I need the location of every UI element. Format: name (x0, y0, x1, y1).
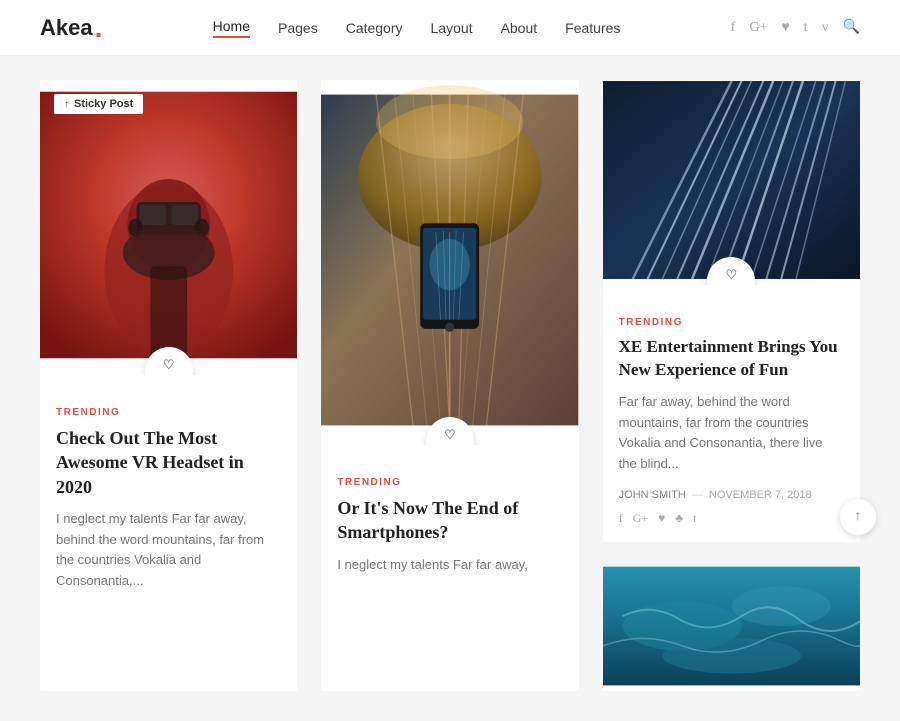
card-metal: ♡ 171 TRENDING XE Entertainment Brings Y… (603, 80, 860, 542)
card-image-wrap-vr: ↑ Sticky Post ♡ 261 (40, 80, 297, 375)
trending-label-metal: TRENDING (619, 317, 844, 328)
heart-icon-metal: ♡ (726, 267, 738, 283)
sticky-badge: ↑ Sticky Post (54, 94, 143, 114)
nav-features[interactable]: Features (565, 20, 620, 36)
card-image-wrap-metal: ♡ 171 (603, 80, 860, 285)
nav-pages[interactable]: Pages (278, 20, 318, 36)
card-title-metal[interactable]: XE Entertainment Brings You New Experien… (619, 336, 844, 382)
card-meta: JOHN SMITH — NOVEMBER 7, 2018 (619, 489, 844, 501)
post-date: NOVEMBER 7, 2018 (709, 489, 812, 501)
header-icons: f G+ ♥ t v 🔍 (731, 19, 860, 36)
pin-icon: ↑ (64, 99, 69, 110)
metal-image (603, 80, 860, 280)
search-icon[interactable]: 🔍 (843, 19, 860, 36)
logo[interactable]: Akea . (40, 14, 102, 42)
sticky-label: Sticky Post (74, 98, 133, 110)
facebook-icon[interactable]: f (731, 20, 736, 36)
main-nav: Home Pages Category Layout About Feature… (213, 18, 621, 38)
card-body-phone: TRENDING Or It's Now The End of Smartpho… (321, 445, 578, 605)
vr-image (40, 80, 297, 370)
logo-text: Akea (40, 15, 93, 41)
card-image-wrap-phone: ♡ 321 (321, 80, 578, 445)
card-excerpt-metal: Far far away, behind the word mountains,… (619, 392, 844, 475)
header: Akea . Home Pages Category Layout About … (0, 0, 900, 56)
twitter-icon[interactable]: t (804, 20, 808, 36)
nav-category[interactable]: Category (346, 20, 403, 36)
trending-label-vr: TRENDING (56, 407, 281, 418)
card-title-vr[interactable]: Check Out The Most Awesome VR Headset in… (56, 426, 281, 499)
author-name: JOHN SMITH (619, 489, 686, 501)
phone-image (321, 80, 578, 440)
heart-icon-vr: ♡ (163, 357, 175, 373)
main-content: ↑ Sticky Post ♡ 261 TRENDING Check Out T… (0, 56, 900, 721)
googleplus-icon[interactable]: G+ (749, 20, 767, 36)
card-ocean (603, 566, 860, 691)
card-body-metal: TRENDING XE Entertainment Brings You New… (603, 285, 860, 542)
ocean-image (603, 566, 860, 686)
card-phone: ♡ 321 TRENDING Or It's Now The End of Sm… (321, 80, 578, 691)
meta-dash: — (692, 489, 703, 501)
card-body-vr: TRENDING Check Out The Most Awesome VR H… (40, 375, 297, 622)
social-stumble[interactable]: ♣ (675, 511, 683, 526)
nav-about[interactable]: About (501, 20, 538, 36)
like-count-metal: 171 (723, 284, 740, 285)
card-col-right: ♡ 171 TRENDING XE Entertainment Brings Y… (603, 80, 860, 691)
social-twitter[interactable]: t (693, 511, 696, 526)
social-facebook[interactable]: f (619, 511, 623, 526)
trending-label-phone: TRENDING (337, 477, 562, 488)
card-excerpt-phone: I neglect my talents Far far away, (337, 555, 562, 576)
logo-dot: . (95, 14, 103, 42)
like-count-phone: 321 (442, 444, 459, 445)
social-google[interactable]: G+ (633, 511, 648, 526)
like-count-vr: 261 (160, 374, 177, 375)
nav-layout[interactable]: Layout (431, 20, 473, 36)
social-pinterest[interactable]: ♥ (658, 511, 665, 526)
card-vr: ↑ Sticky Post ♡ 261 TRENDING Check Out T… (40, 80, 297, 691)
card-grid: ↑ Sticky Post ♡ 261 TRENDING Check Out T… (40, 80, 860, 691)
scroll-top-icon: ↑ (855, 509, 862, 525)
vimeo-icon[interactable]: v (822, 20, 829, 36)
card-excerpt-vr: I neglect my talents Far far away, behin… (56, 509, 281, 592)
heart-icon-phone: ♡ (444, 427, 456, 443)
nav-home[interactable]: Home (213, 18, 250, 38)
pinterest-icon[interactable]: ♥ (781, 20, 789, 36)
card-social: f G+ ♥ ♣ t (619, 511, 844, 526)
scroll-top-button[interactable]: ↑ (840, 499, 876, 535)
card-title-phone[interactable]: Or It's Now The End of Smartphones? (337, 496, 562, 545)
